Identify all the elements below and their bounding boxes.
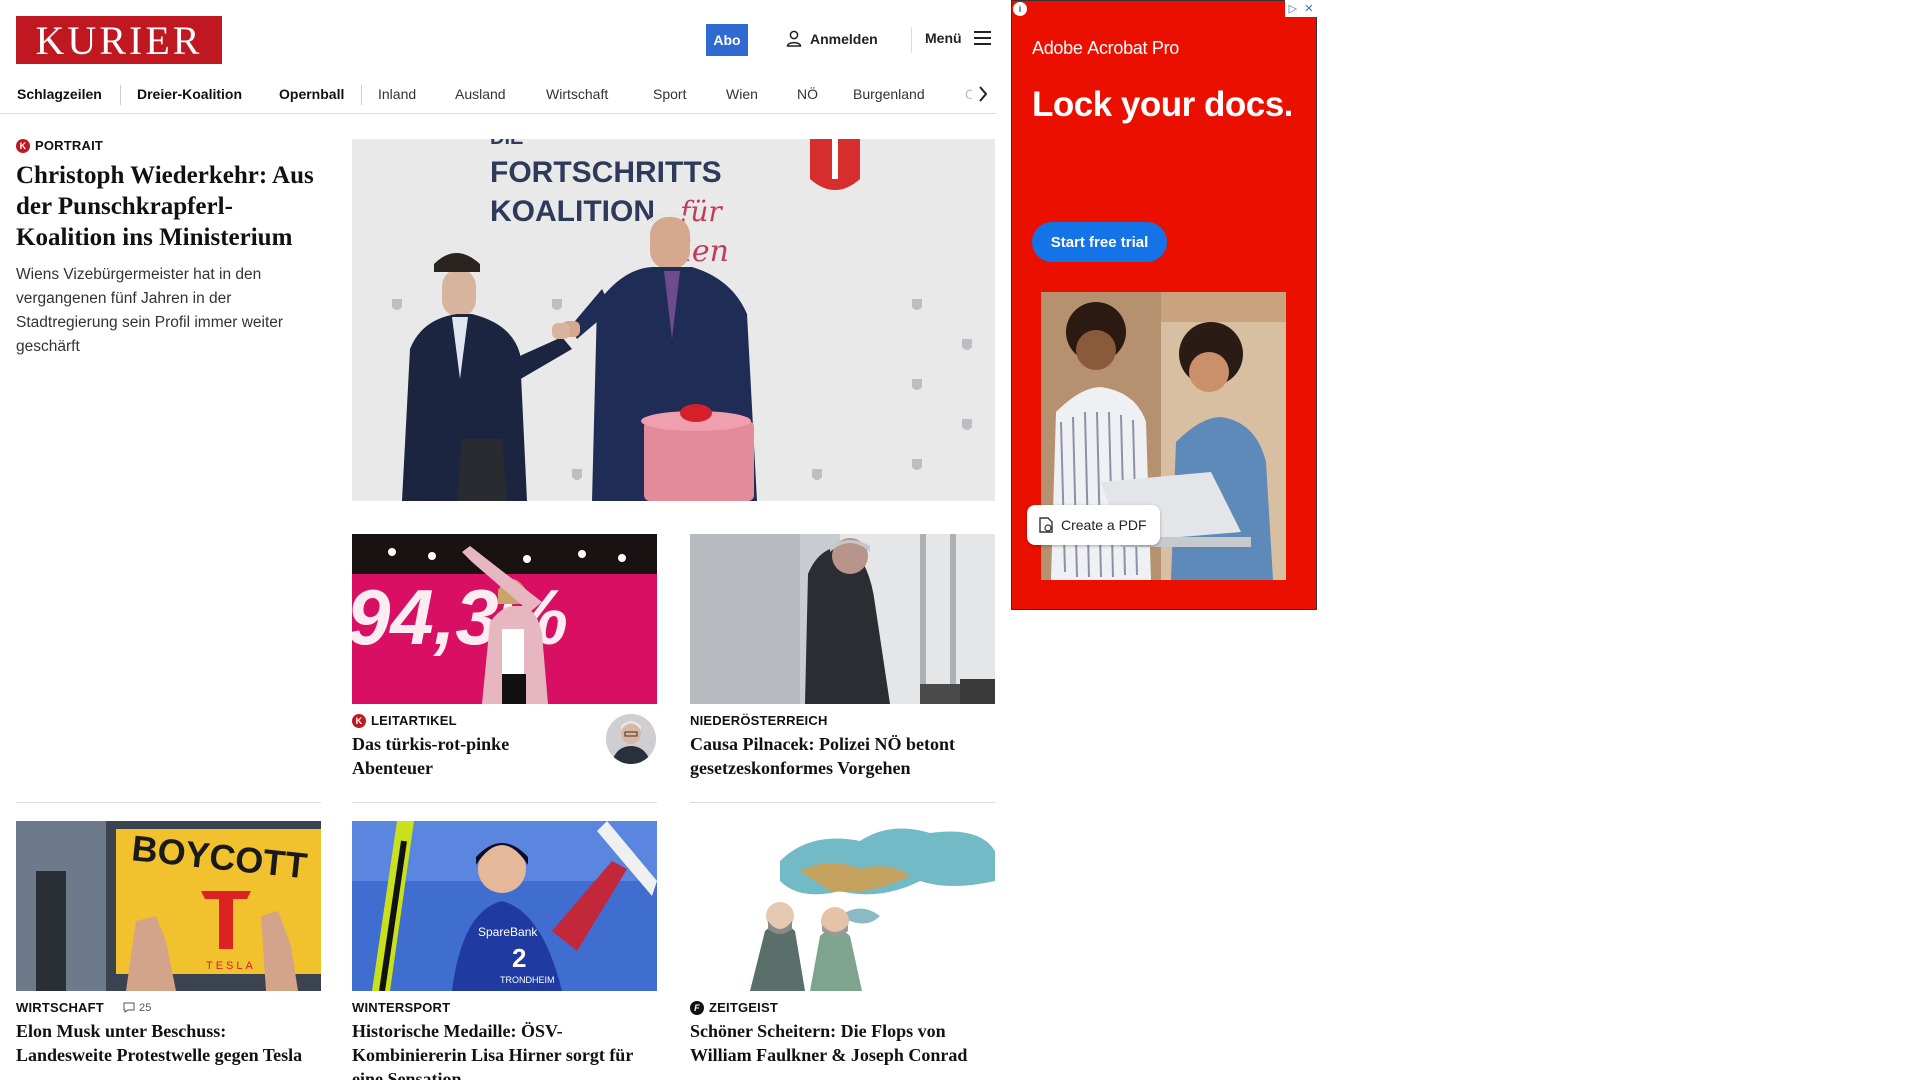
kurier-logo[interactable]: KURIER <box>16 16 222 64</box>
ad-brand-name: Adobe <box>1032 38 1083 58</box>
article-title[interactable]: Das türkis-rot-pinke Abenteuer <box>352 732 582 780</box>
sparebank-image-text: SpareBank <box>478 925 538 939</box>
article-card-leitartikel[interactable]: 94,3% K LEITARTIKEL Das türkis-rot-pinke… <box>352 534 657 780</box>
nav-scroll-right-button[interactable] <box>972 80 994 108</box>
nav-item-ausland[interactable]: Ausland <box>455 86 506 102</box>
close-icon[interactable]: ✕ <box>1304 2 1313 15</box>
comment-count-value: 25 <box>138 1001 152 1014</box>
tesla-image-text: TESLA <box>206 960 256 972</box>
ad-choices[interactable]: ▷ ✕ <box>1285 0 1317 17</box>
header-divider <box>911 27 912 53</box>
nav-item-sport[interactable]: Sport <box>653 86 686 102</box>
nav-item-noe[interactable]: NÖ <box>797 86 818 102</box>
article-image[interactable]: 94,3% <box>352 534 657 704</box>
article-card-zeitgeist[interactable]: f ZEITGEIST Schöner Scheitern: Die Flops… <box>690 821 995 1067</box>
menu-button[interactable]: Menü <box>925 30 991 46</box>
login-label: Anmelden <box>810 30 878 47</box>
adchoices-icon[interactable]: ▷ <box>1289 2 1297 15</box>
article-kicker: WINTERSPORT <box>352 1000 657 1015</box>
login-button[interactable]: Anmelden <box>786 30 878 47</box>
article-title[interactable]: Historische Medaille: ÖSV-Kombiniererin … <box>352 1019 657 1080</box>
article-image[interactable]: BOYCOTT TESLA <box>16 821 321 991</box>
ad-info-icon[interactable]: i <box>1013 2 1027 16</box>
nav-item-burgenland[interactable]: Burgenland <box>853 86 925 102</box>
divider <box>352 802 657 803</box>
lead-image-text-koalition: KOALITION <box>490 195 655 228</box>
lead-teaser: Wiens Vizebürgermeister hat in den verga… <box>16 266 284 355</box>
ad-create-pdf-label: Create a PDF <box>1061 517 1147 533</box>
ad-create-pdf-chip[interactable]: Create a PDF <box>1027 505 1160 545</box>
comment-icon <box>123 1002 135 1013</box>
pdf-document-icon <box>1039 517 1053 533</box>
trondheim-image-text: TRONDHEIM <box>500 975 555 985</box>
article-title[interactable]: Causa Pilnacek: Polizei NÖ betont gesetz… <box>690 732 995 780</box>
section-nav: Schlagzeilen Dreier-Koalition Opernball … <box>0 76 996 114</box>
ad-product-name: Acrobat Pro <box>1087 38 1180 58</box>
abo-button[interactable]: Abo <box>706 24 748 56</box>
article-card-niederoesterreich[interactable]: NIEDERÖSTERREICH Causa Pilnacek: Polizei… <box>690 534 995 780</box>
nav-separator <box>120 85 121 105</box>
nav-item-opernball[interactable]: Opernball <box>279 86 344 102</box>
user-icon <box>786 30 802 47</box>
article-title[interactable]: Elon Musk unter Beschuss: Landesweite Pr… <box>16 1019 321 1067</box>
divider <box>16 802 321 803</box>
article-image[interactable] <box>690 534 995 704</box>
comment-count[interactable]: 25 <box>123 1002 152 1014</box>
ad-headline: Lock your docs. <box>1032 85 1293 124</box>
article-kicker: WIRTSCHAFT 25 <box>16 1000 321 1015</box>
article-card-wintersport[interactable]: SpareBank 2 TRONDHEIM WINTERSPORT Histor… <box>352 821 657 1080</box>
hamburger-icon <box>973 31 991 45</box>
article-kicker-label: WIRTSCHAFT <box>16 1000 104 1015</box>
article-card-wirtschaft[interactable]: BOYCOTT TESLA WIRTSCHAFT 25 Elon Musk un… <box>16 821 321 1067</box>
lead-image[interactable]: DIE FORTSCHRITTS KOALITION für Wien <box>352 139 995 501</box>
article-kicker-label: ZEITGEIST <box>709 1000 778 1015</box>
author-avatar <box>606 714 656 764</box>
article-image[interactable] <box>690 821 995 991</box>
lead-kicker-label: PORTRAIT <box>35 138 104 153</box>
advertisement-banner[interactable]: Adobe Acrobat Pro Lock your docs. Start … <box>1011 0 1317 610</box>
article-kicker-label: WINTERSPORT <box>352 1000 451 1015</box>
lead-article[interactable]: K PORTRAIT Christoph Wiederkehr: Aus der… <box>16 138 321 359</box>
nav-item-inland[interactable]: Inland <box>378 86 416 102</box>
article-kicker-label: LEITARTIKEL <box>371 713 457 728</box>
nav-item-schlagzeilen[interactable]: Schlagzeilen <box>17 86 102 102</box>
ad-brand: Adobe Acrobat Pro <box>1032 38 1179 59</box>
article-kicker: NIEDERÖSTERREICH <box>690 713 995 728</box>
nav-item-wirtschaft[interactable]: Wirtschaft <box>546 86 608 102</box>
divider <box>690 802 995 803</box>
kurier-plus-badge-icon: K <box>16 138 30 153</box>
article-kicker-label: NIEDERÖSTERREICH <box>690 713 828 728</box>
ad-start-trial-button[interactable]: Start free trial <box>1032 222 1167 262</box>
article-kicker: f ZEITGEIST <box>690 1000 995 1015</box>
lead-image-text-fortschritts: FORTSCHRITTS <box>490 156 722 189</box>
nav-item-dreier-koalition[interactable]: Dreier-Koalition <box>137 86 242 102</box>
chevron-right-icon <box>979 86 988 102</box>
lead-image-text-die: DIE <box>490 139 523 149</box>
zeitgeist-badge-icon: f <box>690 1000 704 1015</box>
article-image[interactable]: SpareBank 2 TRONDHEIM <box>352 821 657 991</box>
lead-title[interactable]: Christoph Wiederkehr: Aus der Punschkrap… <box>16 160 321 253</box>
kurier-plus-badge-icon: K <box>352 713 366 728</box>
nav-separator <box>361 85 362 105</box>
article-title[interactable]: Schöner Scheitern: Die Flops von William… <box>690 1019 995 1067</box>
menu-label: Menü <box>925 30 962 46</box>
bib-number-image-text: 2 <box>512 943 526 973</box>
nav-item-wien[interactable]: Wien <box>726 86 758 102</box>
lead-kicker: K PORTRAIT <box>16 138 321 153</box>
